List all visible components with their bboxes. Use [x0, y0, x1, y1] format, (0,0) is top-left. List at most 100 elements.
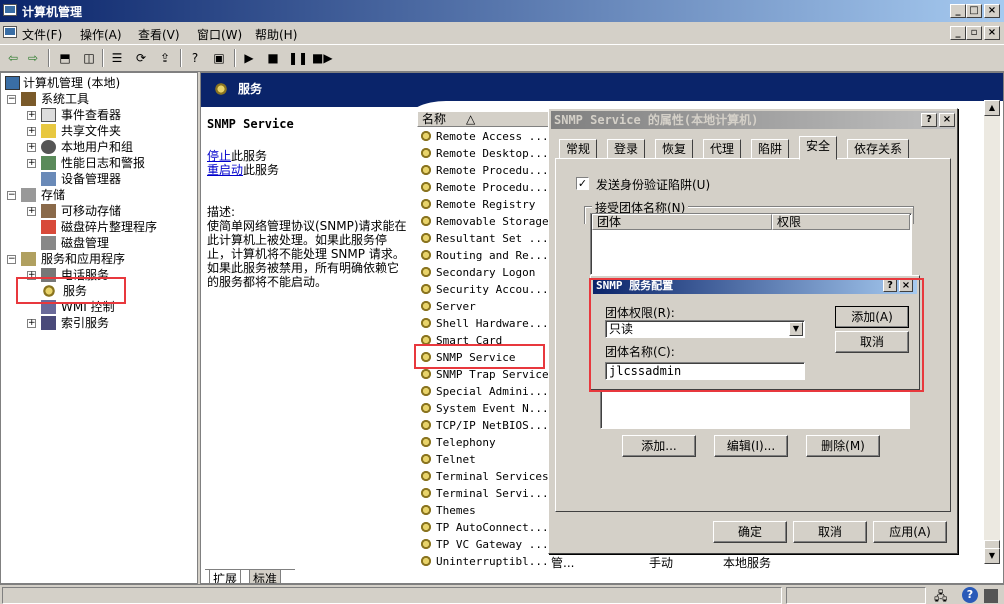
device-manager-icon — [41, 172, 56, 186]
child-minimize-button[interactable]: _ — [950, 26, 966, 40]
defrag-icon — [41, 220, 56, 234]
scroll-up-icon[interactable]: ▲ — [984, 100, 1000, 116]
restart-service-line: 重启动此服务 — [207, 163, 280, 177]
restart-service-icon[interactable]: ■▶ — [312, 49, 333, 67]
menu-file[interactable]: 文件(F) — [22, 26, 62, 43]
column-community[interactable]: 团体 — [592, 214, 772, 230]
tab-security[interactable]: 安全 — [799, 136, 838, 160]
scroll-down-icon[interactable]: ▼ — [984, 548, 1000, 564]
cancel-button[interactable]: 取消 — [793, 521, 867, 543]
properties-icon[interactable]: ☰ — [108, 49, 126, 67]
window-title: 计算机管理 — [22, 5, 83, 19]
console-tree[interactable]: 计算机管理 (本地) − 系统工具 + 事件查看器 + 共享文件夹 + 本地用户… — [0, 72, 198, 584]
computer-management-icon — [3, 4, 17, 16]
service-gear-icon — [419, 469, 433, 483]
help-icon[interactable]: ? — [186, 49, 204, 67]
indexing-icon — [41, 316, 56, 330]
dialog-help-button[interactable]: ? — [921, 113, 937, 127]
stop-service-icon[interactable]: ■ — [264, 49, 282, 67]
expand-shared-folders[interactable]: + — [27, 127, 36, 136]
tab-agent[interactable]: 代理 — [703, 139, 742, 159]
expand-removable[interactable]: + — [27, 207, 36, 216]
pause-service-icon[interactable]: ❚❚ — [288, 49, 308, 67]
service-name: SNMP Service — [207, 117, 294, 131]
expand-local-users[interactable]: + — [27, 143, 36, 152]
service-gear-icon — [419, 316, 433, 330]
service-gear-icon — [419, 418, 433, 432]
column-rights[interactable]: 权限 — [772, 214, 910, 230]
sort-ascending-icon: △ — [466, 112, 476, 126]
service-gear-icon — [419, 299, 433, 313]
expand-storage[interactable]: − — [7, 191, 16, 200]
child-close-button[interactable]: × — [984, 26, 1000, 40]
ok-button[interactable]: 确定 — [713, 521, 787, 543]
refresh-icon[interactable]: ⟳ — [132, 49, 150, 67]
column-header-name[interactable]: 名称 △ — [417, 111, 557, 127]
close-button[interactable]: × — [984, 4, 1000, 18]
tab-traps[interactable]: 陷阱 — [751, 139, 790, 159]
apply-button[interactable]: 应用(A) — [873, 521, 947, 543]
service-gear-icon — [419, 486, 433, 500]
service-gear-icon — [419, 503, 433, 517]
dialog-close-button[interactable]: × — [939, 113, 955, 127]
action-pane-icon[interactable]: ▣ — [210, 49, 228, 67]
export-list-icon[interactable]: ⇪ — [156, 49, 174, 67]
tab-logon[interactable]: 登录 — [607, 139, 646, 159]
maximize-button[interactable]: □ — [966, 4, 982, 18]
up-folder-icon[interactable]: ⬒ — [56, 49, 74, 67]
service-gear-icon — [419, 554, 433, 568]
edit-community-button[interactable]: 编辑(I)... — [714, 435, 788, 457]
storage-icon — [21, 188, 36, 202]
show-hide-tree-icon[interactable]: ◫ — [80, 49, 98, 67]
service-gear-icon — [419, 129, 433, 143]
add-community-button[interactable]: 添加... — [622, 435, 696, 457]
send-auth-trap-checkbox[interactable]: ✓ — [576, 177, 589, 190]
performance-icon — [41, 156, 56, 170]
menu-view[interactable]: 查看(V) — [138, 26, 180, 43]
expand-system-tools[interactable]: − — [7, 95, 16, 104]
config-dialog-highlight — [589, 278, 924, 392]
communities-list[interactable]: 团体 权限 — [590, 213, 912, 275]
service-gear-icon — [419, 231, 433, 245]
service-gear-icon — [419, 248, 433, 262]
remove-community-button[interactable]: 删除(M) — [806, 435, 880, 457]
folder-icon — [41, 124, 56, 138]
tab-recovery[interactable]: 恢复 — [655, 139, 694, 159]
tab-dependencies[interactable]: 依存关系 — [847, 139, 910, 159]
service-gear-icon — [419, 367, 433, 381]
tab-general[interactable]: 常规 — [559, 139, 598, 159]
tab-standard[interactable]: 标准 — [249, 570, 282, 583]
removable-storage-icon — [41, 204, 56, 218]
expand-perf-logs[interactable]: + — [27, 159, 36, 168]
view-tabs: 扩展 标准 — [205, 569, 295, 583]
service-gear-icon — [419, 384, 433, 398]
network-icon: 🖧 — [934, 589, 948, 603]
menu-help[interactable]: 帮助(H) — [255, 26, 297, 43]
minimize-button[interactable]: _ — [950, 4, 966, 18]
back-icon[interactable]: ⇦ — [4, 49, 22, 67]
menu-window[interactable]: 窗口(W) — [197, 26, 242, 43]
child-restore-button[interactable]: ▫ — [966, 26, 982, 40]
expand-services-apps[interactable]: − — [7, 255, 16, 264]
service-startup-cell: 手动 — [649, 556, 674, 570]
expand-indexing[interactable]: + — [27, 319, 36, 328]
menu-action[interactable]: 操作(A) — [80, 26, 122, 43]
services-header: 服务 — [201, 73, 1003, 121]
service-description-cell: 管... — [551, 556, 575, 570]
forward-icon[interactable]: ⇨ — [24, 49, 42, 67]
expand-event-viewer[interactable]: + — [27, 111, 36, 120]
hosts-list[interactable] — [600, 387, 910, 429]
vertical-scrollbar[interactable]: ▲ ▼ — [984, 100, 1000, 564]
window-titlebar[interactable]: 计算机管理 _ □ × — [0, 0, 1004, 22]
help-tray-icon[interactable]: ? — [962, 587, 978, 603]
service-gear-icon — [419, 435, 433, 449]
status-cell-main — [2, 587, 782, 604]
service-gear-icon — [419, 537, 433, 551]
tab-extended[interactable]: 扩展 — [209, 570, 242, 583]
start-service-icon[interactable]: ▶ — [240, 49, 258, 67]
services-highlight — [16, 277, 126, 304]
menu-bar: 文件(F) 操作(A) 查看(V) 窗口(W) 帮助(H) _ ▫ × — [0, 22, 1004, 44]
dialog-title: SNMP Service 的属性(本地计算机) — [551, 111, 955, 129]
restart-service-link[interactable]: 重启动 — [207, 163, 243, 177]
service-gear-icon — [419, 282, 433, 296]
